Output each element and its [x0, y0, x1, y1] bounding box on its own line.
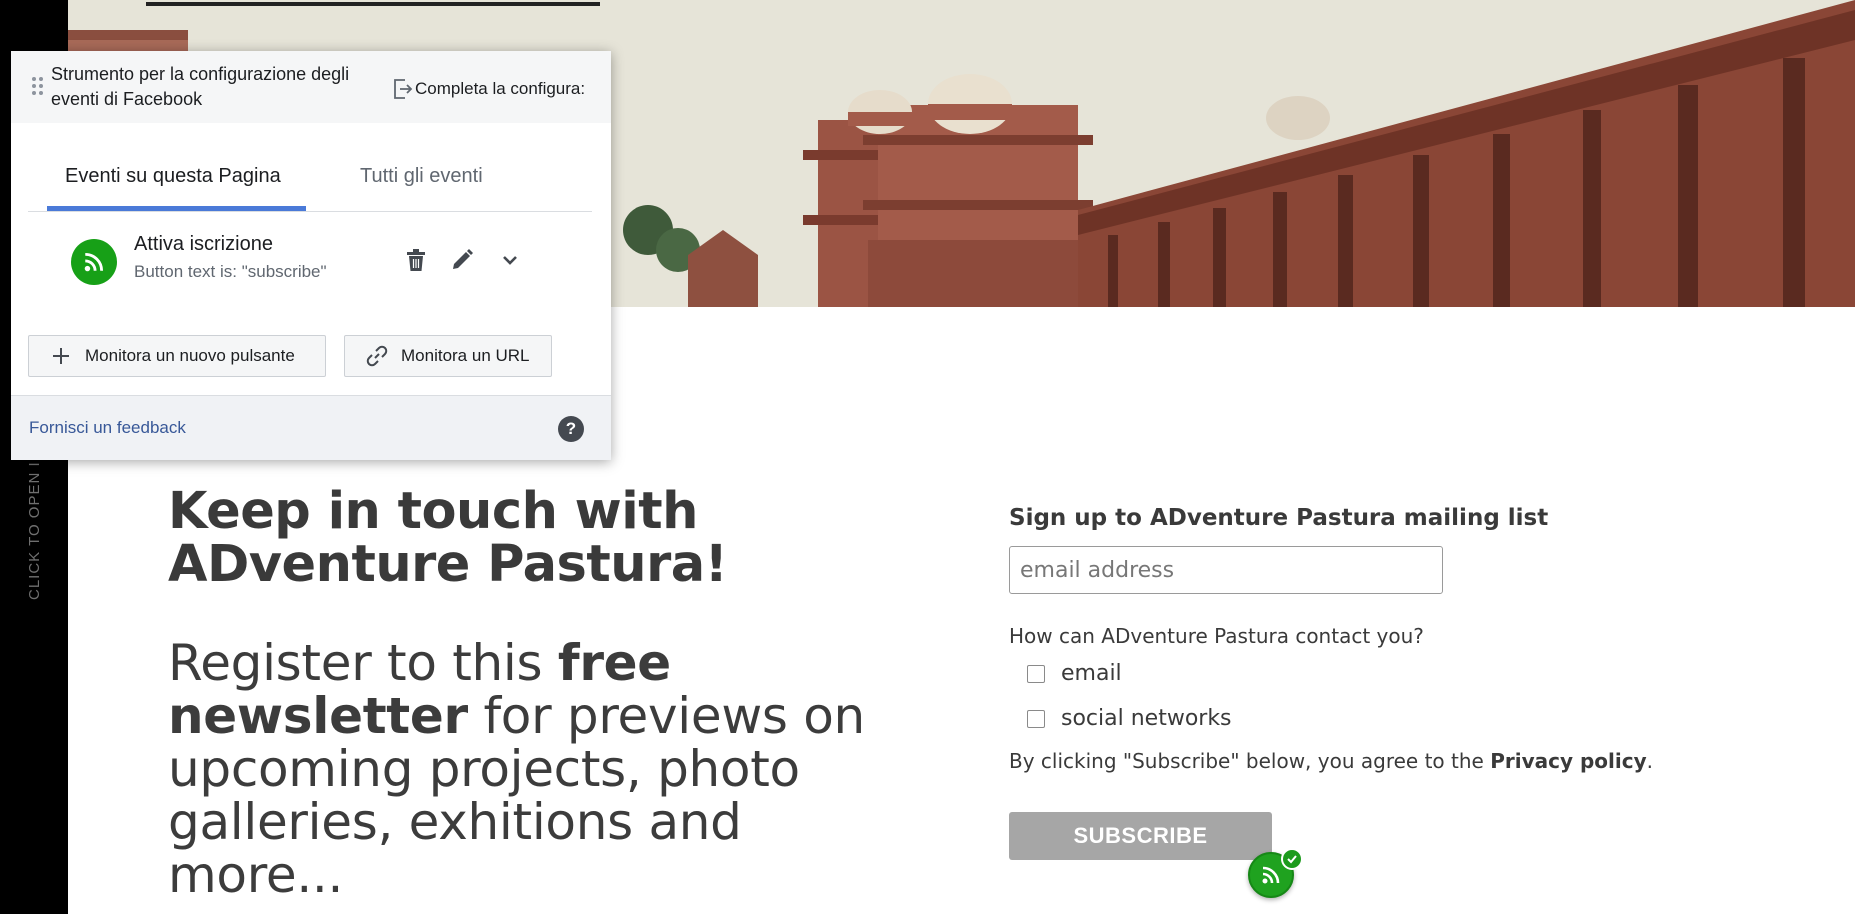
event-list-item: Attiva iscrizione Button text is: "subsc…: [11, 211, 611, 311]
tab-events-on-page[interactable]: Eventi su questa Pagina: [65, 161, 281, 191]
signup-form: Sign up to ADventure Pastura mailing lis…: [1009, 500, 1809, 860]
complete-setup-button[interactable]: Completa la configura:: [391, 75, 601, 103]
email-field[interactable]: [1009, 546, 1443, 594]
contact-question: How can ADventure Pastura contact you?: [1009, 624, 1424, 648]
feedback-link[interactable]: Fornisci un feedback: [29, 418, 186, 438]
panel-footer: Fornisci un feedback ?: [11, 395, 611, 460]
exit-icon: [394, 79, 413, 99]
rss-icon: [1262, 866, 1280, 884]
chevron-down-icon[interactable]: [497, 247, 523, 273]
intro-text-part1: Register to this: [168, 634, 558, 692]
trash-icon[interactable]: [403, 247, 429, 273]
tab-all-events[interactable]: Tutti gli eventi: [360, 161, 483, 191]
privacy-prefix: By clicking "Subscribe" below, you agree…: [1009, 749, 1491, 773]
panel-title: Strumento per la configurazione degli ev…: [51, 64, 350, 109]
email-checkbox[interactable]: [1027, 664, 1045, 683]
social-networks-checkbox[interactable]: [1027, 709, 1045, 728]
track-url-label: Monitora un URL: [401, 346, 530, 365]
panel-actions: Monitora un nuovo pulsante Monitora un U…: [11, 311, 611, 397]
pencil-icon[interactable]: [449, 247, 475, 273]
rss-icon: [71, 239, 117, 285]
privacy-policy-link[interactable]: Privacy policy: [1490, 749, 1646, 773]
track-new-label: Monitora un nuovo pulsante: [85, 346, 295, 365]
click-to-open-label: CLICK TO OPEN I: [26, 461, 43, 600]
panel-tabs: Eventi su questa Pagina Tutti gli eventi: [11, 123, 611, 212]
plus-icon: [49, 344, 73, 368]
event-name: Attiva iscrizione: [134, 233, 273, 255]
help-icon[interactable]: ?: [558, 416, 584, 442]
facebook-event-setup-panel: Strumento per la configurazione degli ev…: [11, 51, 611, 460]
hero-top-line: [146, 2, 600, 6]
track-url-button[interactable]: Monitora un URL: [344, 335, 552, 377]
page-title: Keep in touch with ADventure Pastura!: [168, 482, 728, 594]
option-email[interactable]: email: [1009, 651, 1809, 696]
check-icon: [1281, 848, 1303, 870]
option-social-networks[interactable]: social networks: [1009, 696, 1809, 741]
signup-title: Sign up to ADventure Pastura mailing lis…: [1009, 505, 1549, 531]
privacy-notice: By clicking "Subscribe" below, you agree…: [1009, 746, 1809, 776]
subscribe-button[interactable]: SUBSCRIBE: [1009, 812, 1272, 860]
option-social-label: social networks: [1061, 706, 1232, 731]
event-description: Button text is: "subscribe": [134, 262, 327, 281]
link-icon: [365, 344, 389, 368]
privacy-suffix: .: [1646, 749, 1653, 773]
panel-header: Strumento per la configurazione degli ev…: [11, 51, 611, 123]
drag-handle-icon[interactable]: [32, 77, 44, 97]
option-email-label: email: [1061, 661, 1122, 686]
intro-text: Register to this free newsletter for pre…: [168, 637, 928, 902]
track-new-button[interactable]: Monitora un nuovo pulsante: [28, 335, 326, 377]
complete-setup-label: Completa la configura:: [415, 79, 586, 98]
